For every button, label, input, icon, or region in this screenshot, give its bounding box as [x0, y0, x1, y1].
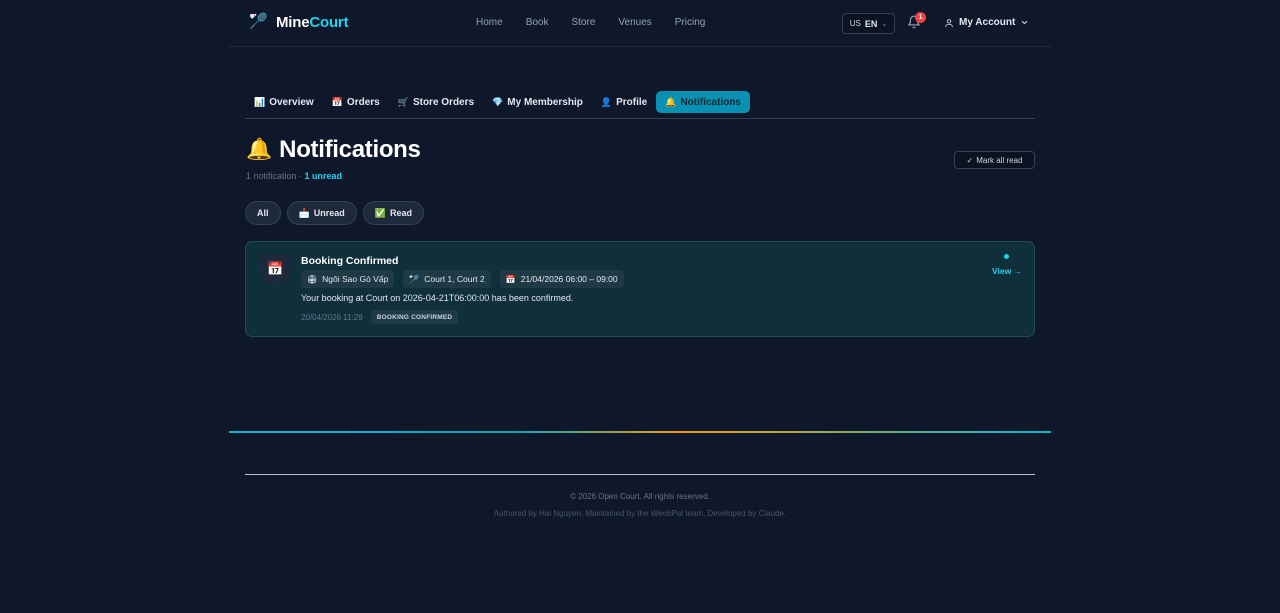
check-box-icon: ✅ — [374, 207, 386, 218]
notification-summary: 1 notification · 1 unread — [246, 171, 342, 181]
user-icon — [945, 18, 953, 27]
mark-all-read-button[interactable]: ✓ Mark all read — [954, 151, 1035, 169]
unread-indicator — [1004, 254, 1009, 259]
datetime-chip: 📅 21/04/2026 06:00 – 09:00 — [499, 270, 624, 288]
notification-title: Booking Confirmed — [301, 255, 399, 267]
racket-icon: 🏸 — [409, 274, 420, 284]
tab-label: Overview — [269, 96, 314, 108]
page-heading: Notifications — [279, 136, 421, 163]
notification-bell-button[interactable]: 1 — [907, 12, 926, 31]
person-icon: 👤 — [600, 96, 613, 107]
filter-label: Read — [389, 208, 412, 218]
footer-gradient-divider — [229, 431, 1051, 433]
notification-type-badge: BOOKING CONFIRMED — [370, 310, 459, 324]
view-link[interactable]: View → — [992, 266, 1022, 276]
tab-profile[interactable]: 👤 Profile — [592, 91, 656, 113]
notification-meta: 20/04/2026 11:29 BOOKING CONFIRMED — [301, 310, 459, 324]
booking-datetime: 21/04/2026 06:00 – 09:00 — [520, 274, 618, 284]
tab-orders[interactable]: 📅 Orders — [323, 91, 389, 113]
racket-icon: 🏸 — [249, 13, 268, 30]
language-code: EN — [864, 18, 878, 29]
bell-icon: 🔔 — [665, 96, 677, 107]
nav-venues[interactable]: Venues — [618, 17, 651, 28]
logo[interactable]: 🏸 MineCourt — [249, 13, 349, 31]
nav-home[interactable]: Home — [476, 17, 503, 28]
tab-notifications[interactable]: 🔔 Notifications — [656, 91, 750, 113]
chevron-down-icon — [1022, 20, 1028, 25]
nav-store[interactable]: Store — [571, 17, 595, 28]
tab-label: My Membership — [507, 96, 583, 108]
venue-name: Ngôi Sao Gò Vấp — [322, 274, 389, 284]
nav-pricing[interactable]: Pricing — [675, 17, 706, 28]
nav-book[interactable]: Book — [526, 17, 549, 28]
filter-label: All — [257, 208, 269, 218]
flag-us: US — [849, 19, 861, 28]
tab-store-orders[interactable]: 🛒 Store Orders — [389, 91, 483, 113]
mark-all-read-label: Mark all read — [976, 155, 1023, 165]
account-tabs: 📊 Overview 📅 Orders 🛒 Store Orders 💎 My … — [245, 91, 1035, 119]
notification-card[interactable]: 📅 Booking Confirmed 🏟 Ngôi Sao Gò Vấp 🏸 … — [245, 241, 1035, 337]
calendar-icon: 📅 — [331, 96, 343, 107]
tab-label: Store Orders — [412, 96, 475, 108]
notification-details: 🏟 Ngôi Sao Gò Vấp 🏸 Court 1, Court 2 📅 2… — [301, 270, 624, 288]
language-selector[interactable]: US EN ⌄ — [842, 13, 895, 34]
account-label: My Account — [959, 17, 1016, 28]
calendar-icon: 📅 — [505, 274, 516, 284]
venue-chip: 🏟 Ngôi Sao Gò Vấp — [301, 270, 395, 288]
filter-unread[interactable]: 📩 Unread — [286, 201, 357, 225]
chart-icon: 📊 — [254, 96, 266, 107]
notification-count-badge: 1 — [915, 12, 926, 23]
notification-count-text: 1 notification · — [246, 171, 305, 181]
filter-pills: All 📩 Unread ✅ Read — [245, 201, 424, 225]
courts-chip: 🏸 Court 1, Court 2 — [403, 270, 491, 288]
tab-overview[interactable]: 📊 Overview — [245, 91, 323, 113]
unread-count-text: 1 unread — [304, 171, 343, 181]
check-icon: ✓ — [966, 155, 974, 165]
stadium-icon: 🏟 — [307, 274, 318, 284]
logo-text: MineCourt — [276, 13, 349, 31]
credits-text: Authored by Hai Nguyen, Maintained by th… — [493, 509, 787, 518]
tab-label: Profile — [616, 96, 648, 108]
footer-divider — [245, 474, 1035, 475]
logo-suffix: Court — [309, 13, 349, 31]
notification-message: Your booking at Court on 2026-04-21T06:0… — [301, 293, 574, 303]
notification-timestamp: 20/04/2026 11:29 — [301, 312, 363, 322]
calendar-icon: 📅 — [261, 254, 290, 283]
account-menu-button[interactable]: My Account — [944, 17, 1029, 28]
page-title: 🔔 Notifications — [246, 136, 421, 164]
court-names: Court 1, Court 2 — [424, 274, 485, 284]
chevron-down-icon: ⌄ — [881, 20, 888, 28]
copyright-text: © 2026 Open Court. All rights reserved. — [570, 492, 710, 501]
cart-icon: 🛒 — [397, 96, 409, 107]
filter-read[interactable]: ✅ Read — [362, 201, 424, 225]
logo-prefix: Mine — [276, 13, 310, 31]
main-nav: Home Book Store Venues Pricing — [476, 17, 728, 28]
tab-my-membership[interactable]: 💎 My Membership — [483, 91, 592, 113]
filter-label: Unread — [313, 208, 345, 218]
tab-label: Notifications — [680, 96, 741, 108]
envelope-icon: 📩 — [298, 207, 310, 218]
gem-icon: 💎 — [492, 96, 504, 107]
filter-all[interactable]: All — [245, 201, 281, 225]
tab-label: Orders — [346, 96, 380, 108]
top-header: 🏸 MineCourt Home Book Store Venues Prici… — [229, 0, 1051, 47]
bell-icon: 🔔 — [246, 138, 273, 161]
